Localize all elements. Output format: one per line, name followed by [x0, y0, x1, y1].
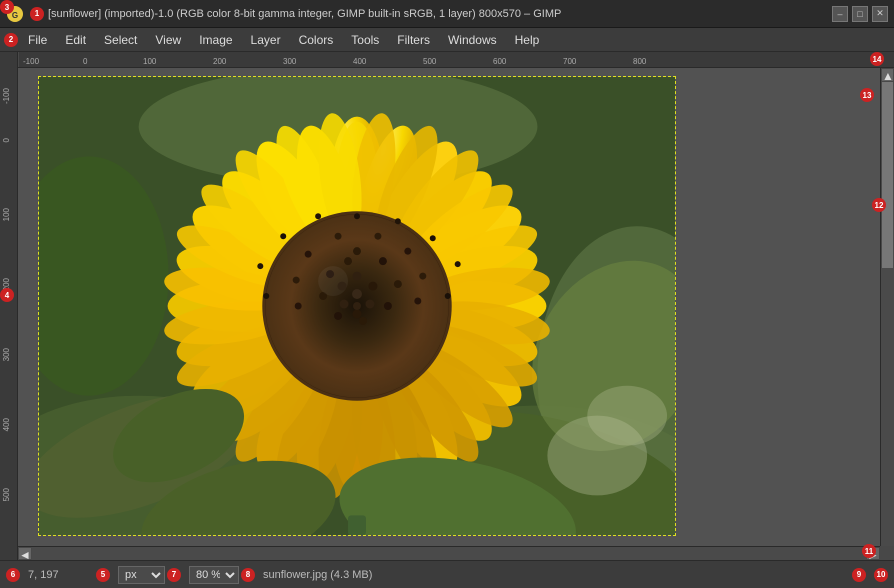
badge-5: 5	[96, 568, 110, 582]
zoom-select[interactable]: 80 % 100 % 50 %	[189, 566, 239, 584]
scroll-track-h[interactable]	[32, 547, 866, 560]
badge-7: 7	[167, 568, 181, 582]
badge-8: 8	[241, 568, 255, 582]
status-filename: sunflower.jpg (4.3 MB)	[263, 569, 844, 581]
image-container[interactable]	[38, 76, 676, 536]
badge-3: 3	[0, 0, 14, 14]
title-bar: G 1 [sunflower] (imported)-1.0 (RGB colo…	[0, 0, 894, 28]
scroll-track-v[interactable]	[881, 82, 894, 546]
svg-text:-100: -100	[2, 87, 11, 104]
scroll-right[interactable]: ▲ ▼	[880, 68, 894, 560]
status-coordinates: 7, 197	[28, 569, 88, 581]
menu-tools[interactable]: Tools	[343, 31, 387, 49]
horizontal-ruler: -100 0 100 200 300 400 500 600 700 800 1…	[18, 52, 894, 67]
status-bar: 6 7, 197 5 px mm inch 7 80 % 100 % 50 % …	[0, 560, 894, 588]
title-text: [sunflower] (imported)-1.0 (RGB color 8-…	[48, 8, 832, 20]
menu-view[interactable]: View	[147, 31, 189, 49]
menu-file[interactable]: File	[20, 31, 55, 49]
menu-filters[interactable]: Filters	[389, 31, 438, 49]
menu-edit[interactable]: Edit	[57, 31, 94, 49]
svg-text:100: 100	[143, 57, 157, 66]
badge-11: 11	[862, 544, 876, 558]
vertical-ruler: 4 -100 0 100 200 300 400 500	[0, 68, 18, 560]
window-controls[interactable]: – □ ✕	[832, 6, 888, 22]
svg-text:-100: -100	[23, 57, 40, 66]
svg-text:0: 0	[2, 137, 11, 142]
svg-text:0: 0	[83, 57, 88, 66]
badge-12: 12	[872, 198, 886, 212]
badge-4: 4	[0, 288, 14, 302]
menu-help[interactable]: Help	[507, 31, 548, 49]
scroll-corner	[880, 546, 894, 560]
svg-text:600: 600	[493, 57, 507, 66]
ruler-v-svg: -100 0 100 200 300 400 500	[0, 68, 17, 560]
menu-bar: 2 File Edit Select View Image Layer Colo…	[0, 28, 894, 52]
canvas-area: 3 -100 0 100 200 300 400 500 600 700 800	[0, 52, 894, 560]
svg-text:200: 200	[213, 57, 227, 66]
svg-text:300: 300	[2, 347, 11, 361]
badge-1: 1	[30, 7, 44, 21]
badge-10: 10	[874, 568, 888, 582]
menu-windows[interactable]: Windows	[440, 31, 505, 49]
menu-select[interactable]: Select	[96, 31, 145, 49]
scroll-left-button[interactable]: ◄	[19, 548, 31, 559]
scroll-bottom[interactable]: ◄ ►	[18, 546, 880, 560]
svg-text:400: 400	[2, 417, 11, 431]
badge-6: 6	[6, 568, 20, 582]
badge-13: 13	[860, 88, 874, 102]
ruler-h-svg: -100 0 100 200 300 400 500 600 700 800	[18, 52, 894, 67]
main-canvas[interactable]: 13 12 ▲ ▼ ◄ ►	[18, 68, 894, 560]
svg-text:800: 800	[633, 57, 647, 66]
menu-image[interactable]: Image	[191, 31, 240, 49]
zoom-section: 80 % 100 % 50 % 8	[189, 566, 255, 584]
ruler-v-and-canvas: 4 -100 0 100 200 300 400 500	[0, 68, 894, 560]
sunflower-image	[39, 77, 675, 535]
menu-layer[interactable]: Layer	[243, 31, 289, 49]
svg-text:G: G	[12, 11, 18, 20]
menu-colors[interactable]: Colors	[291, 31, 342, 49]
minimize-button[interactable]: –	[832, 6, 848, 22]
svg-text:700: 700	[563, 57, 577, 66]
ruler-corner: 3	[0, 52, 18, 68]
badge-9: 9	[852, 568, 866, 582]
svg-text:500: 500	[423, 57, 437, 66]
close-button[interactable]: ✕	[872, 6, 888, 22]
svg-text:300: 300	[283, 57, 297, 66]
svg-text:100: 100	[2, 207, 11, 221]
unit-select[interactable]: px mm inch	[118, 566, 165, 584]
scroll-up-button[interactable]: ▲	[882, 69, 893, 81]
svg-text:500: 500	[2, 487, 11, 501]
badge-2: 2	[4, 33, 18, 47]
scroll-thumb-v[interactable]	[882, 82, 893, 268]
ruler-top: 3 -100 0 100 200 300 400 500 600 700 800	[0, 52, 894, 68]
status-unit-section: px mm inch 7	[118, 566, 181, 584]
badge-14: 14	[870, 52, 884, 66]
maximize-button[interactable]: □	[852, 6, 868, 22]
svg-text:400: 400	[353, 57, 367, 66]
